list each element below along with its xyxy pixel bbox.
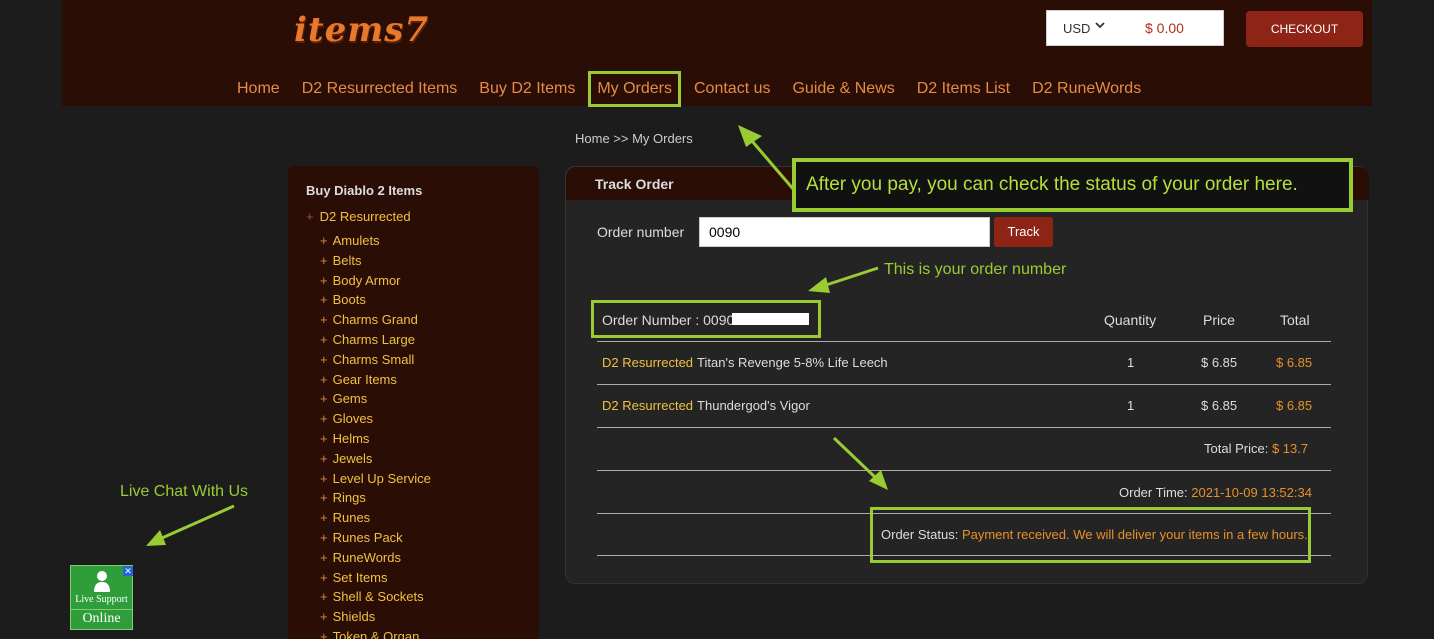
close-icon[interactable]: ✕	[123, 566, 133, 576]
annotation-arrows	[146, 125, 888, 546]
arrow-to-live-chat	[146, 504, 235, 546]
arrow-to-order-status	[832, 436, 888, 490]
chat-line-2[interactable]: Online	[71, 609, 132, 627]
support-person-icon	[94, 571, 110, 592]
arrow-to-my-orders	[738, 125, 796, 191]
arrow-to-order-number	[808, 266, 879, 293]
live-support-widget[interactable]: Live Support Online ✕	[70, 565, 133, 630]
chat-line-1[interactable]: Live Support	[71, 594, 132, 605]
